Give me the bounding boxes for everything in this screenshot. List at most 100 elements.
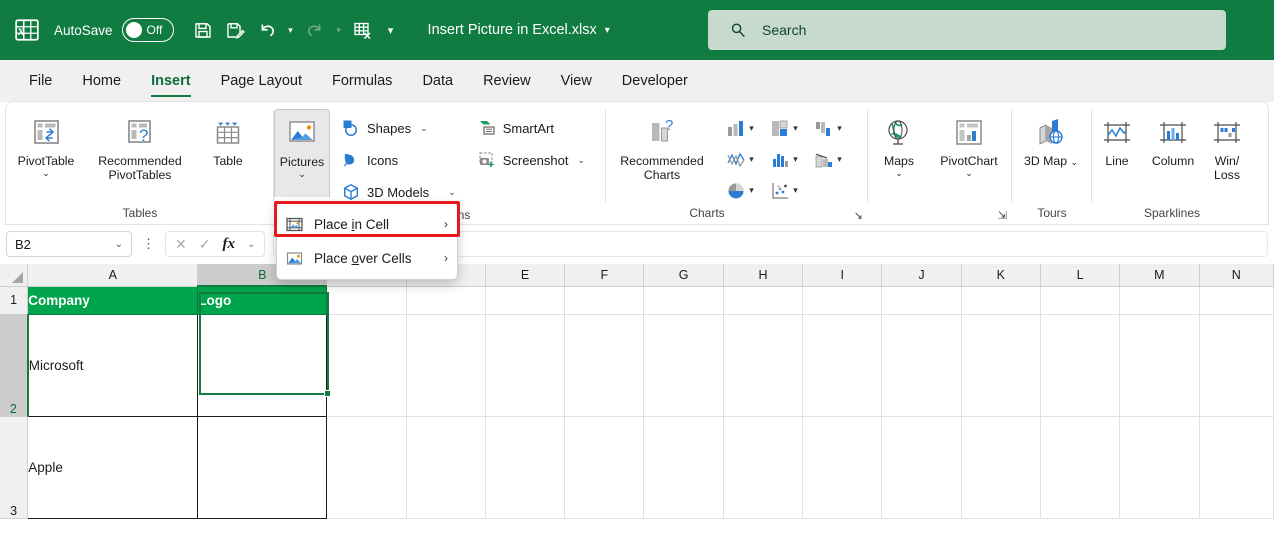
row-header-1[interactable]: 1 xyxy=(0,286,29,315)
document-title[interactable]: Insert Picture in Excel.xlsx ▾ xyxy=(428,22,610,38)
cell-D2[interactable] xyxy=(406,314,486,417)
charts-dialog-launcher[interactable]: ↘ xyxy=(854,209,863,222)
cell-I1[interactable] xyxy=(802,286,883,315)
undo-dropdown-icon[interactable]: ▾ xyxy=(284,15,298,45)
cell-I3[interactable] xyxy=(802,416,883,519)
waterfall-chart-icon[interactable]: ▾ xyxy=(806,113,850,144)
icons-button[interactable]: Icons xyxy=(338,144,460,176)
cell-E3[interactable] xyxy=(485,416,566,519)
undo-icon[interactable] xyxy=(252,15,282,45)
cell-A3[interactable]: Apple xyxy=(27,415,199,519)
column-header-G[interactable]: G xyxy=(643,264,724,287)
cell-E1[interactable] xyxy=(485,286,566,315)
menu-item-place-in-cell[interactable]: Place in Cell › xyxy=(277,207,457,241)
hierarchy-chart-icon[interactable]: ▾ xyxy=(762,113,806,144)
statistic-chart-icon[interactable]: ▾ xyxy=(762,144,806,175)
column-header-A[interactable]: A xyxy=(27,264,199,287)
cell-D1[interactable] xyxy=(406,286,486,315)
tab-view[interactable]: View xyxy=(546,60,607,102)
combo-chart-chevron-down-icon[interactable]: ▾ xyxy=(837,154,842,165)
cell-F1[interactable] xyxy=(564,286,645,315)
cell-C3[interactable] xyxy=(326,416,407,519)
cell-K1[interactable] xyxy=(961,286,1041,315)
cell-E2[interactable] xyxy=(485,314,566,417)
cell-A2[interactable]: Microsoft xyxy=(27,313,199,417)
redo-dropdown-icon[interactable]: ▾ xyxy=(332,15,346,45)
column-header-F[interactable]: F xyxy=(564,264,645,287)
pivottable-dropdown-icon[interactable]: ⌄ xyxy=(42,168,50,179)
cell-G2[interactable] xyxy=(643,314,724,417)
line-chart-chevron-down-icon[interactable]: ▾ xyxy=(749,154,754,165)
3d-map-button[interactable]: 3D Map ⌄ xyxy=(1012,107,1090,206)
cell-I2[interactable] xyxy=(802,314,883,417)
scatter-chart-chevron-down-icon[interactable]: ▾ xyxy=(793,185,798,196)
pivotchart-button[interactable]: PivotChart ⌄ xyxy=(930,107,1008,206)
column-header-M[interactable]: M xyxy=(1119,264,1200,287)
maps-dropdown-icon[interactable]: ⌄ xyxy=(895,168,903,179)
tab-file[interactable]: File xyxy=(14,60,67,102)
name-box-chevron-down-icon[interactable]: ⌄ xyxy=(115,239,123,250)
column-header-N[interactable]: N xyxy=(1199,264,1274,287)
3d-map-dropdown-icon[interactable]: ⌄ xyxy=(1070,157,1078,167)
shapes-chevron-down-icon[interactable]: ⌄ xyxy=(420,123,428,134)
cell-L1[interactable] xyxy=(1040,286,1121,315)
sparkline-winloss-button[interactable]: Win/ Loss xyxy=(1204,107,1250,206)
cell-G3[interactable] xyxy=(643,416,724,519)
column-header-K[interactable]: K xyxy=(961,264,1041,287)
waterfall-chart-chevron-down-icon[interactable]: ▾ xyxy=(837,123,842,134)
scatter-chart-icon[interactable]: ▾ xyxy=(762,175,806,206)
cell-F3[interactable] xyxy=(564,416,645,519)
smartart-button[interactable]: SmartArt xyxy=(474,112,589,144)
cell-K3[interactable] xyxy=(961,416,1041,519)
hierarchy-chart-chevron-down-icon[interactable]: ▾ xyxy=(793,123,798,134)
cell-N2[interactable] xyxy=(1199,314,1274,417)
cell-N1[interactable] xyxy=(1199,286,1274,315)
cell-L2[interactable] xyxy=(1040,314,1121,417)
redo-icon[interactable] xyxy=(300,15,330,45)
pie-chart-chevron-down-icon[interactable]: ▾ xyxy=(749,185,754,196)
column-header-L[interactable]: L xyxy=(1040,264,1121,287)
cell-H3[interactable] xyxy=(723,416,804,519)
tab-page-layout[interactable]: Page Layout xyxy=(206,60,317,102)
tab-developer[interactable]: Developer xyxy=(607,60,703,102)
cell-C1[interactable] xyxy=(326,286,407,315)
pivotchart-dropdown-icon[interactable]: ⌄ xyxy=(965,168,973,179)
document-title-chevron-down-icon[interactable]: ▾ xyxy=(605,25,610,36)
pictures-button[interactable]: Pictures ⌄ xyxy=(274,109,330,197)
statistic-chart-chevron-down-icon[interactable]: ▾ xyxy=(793,154,798,165)
recommended-pivottables-button[interactable]: ? Recommended PivotTables xyxy=(86,107,194,206)
save-icon[interactable] xyxy=(188,15,218,45)
cell-D3[interactable] xyxy=(406,416,486,519)
cell-J1[interactable] xyxy=(881,286,962,315)
column-header-H[interactable]: H xyxy=(723,264,804,287)
cell-M2[interactable] xyxy=(1119,314,1200,417)
search-input[interactable]: Search xyxy=(708,10,1226,50)
tab-home[interactable]: Home xyxy=(67,60,136,102)
cell-M3[interactable] xyxy=(1119,416,1200,519)
cancel-icon[interactable]: ✕ xyxy=(175,236,187,253)
cell-K2[interactable] xyxy=(961,314,1041,417)
save-as-icon[interactable] xyxy=(220,15,250,45)
cell-M1[interactable] xyxy=(1119,286,1200,315)
cell-J3[interactable] xyxy=(881,416,962,519)
shapes-button[interactable]: Shapes ⌄ xyxy=(338,112,460,144)
cell-L3[interactable] xyxy=(1040,416,1121,519)
cell-B3[interactable] xyxy=(197,415,328,519)
column-chart-chevron-down-icon[interactable]: ▾ xyxy=(749,123,754,134)
row-header-2[interactable]: 2 xyxy=(0,314,29,417)
tab-insert[interactable]: Insert xyxy=(136,60,206,102)
cell-N3[interactable] xyxy=(1199,416,1274,519)
combo-chart-icon[interactable]: ▾ xyxy=(806,144,850,175)
column-header-J[interactable]: J xyxy=(881,264,962,287)
3d-models-chevron-down-icon[interactable]: ⌄ xyxy=(448,187,456,198)
column-chart-icon[interactable]: ▾ xyxy=(718,113,762,144)
cell-J2[interactable] xyxy=(881,314,962,417)
clear-filter-icon[interactable] xyxy=(348,15,378,45)
pivottable-button[interactable]: PivotTable ⌄ xyxy=(6,107,86,206)
cell-C2[interactable] xyxy=(326,314,407,417)
autosave-toggle[interactable]: Off xyxy=(121,18,174,42)
column-header-E[interactable]: E xyxy=(485,264,566,287)
screenshot-chevron-down-icon[interactable]: ⌄ xyxy=(577,155,585,166)
recommended-charts-button[interactable]: ? Recommended Charts xyxy=(606,107,718,206)
cell-H2[interactable] xyxy=(723,314,804,417)
